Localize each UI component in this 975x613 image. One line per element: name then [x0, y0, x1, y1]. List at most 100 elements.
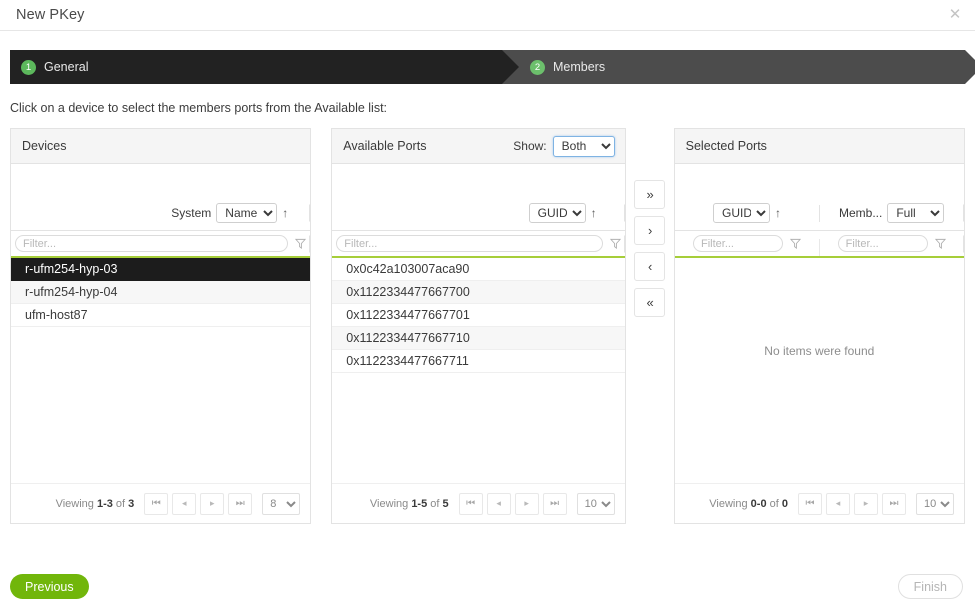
sort-ascending-icon[interactable]: ↑	[282, 207, 288, 219]
selected-column-header: GUID ↑ Memb... Full	[675, 164, 964, 230]
table-row[interactable]: r-ufm254-hyp-04	[11, 281, 310, 304]
table-row[interactable]: 0x1122334477667700	[332, 281, 624, 304]
step-label: Members	[553, 60, 605, 74]
prev-page-button[interactable]: ◂	[826, 493, 850, 515]
available-page-size-select[interactable]: 10	[577, 493, 615, 515]
next-page-button[interactable]: ▸	[854, 493, 878, 515]
available-ports-title: Available Ports	[343, 139, 426, 153]
column-caption: System	[171, 206, 211, 220]
stepper-step-members[interactable]: 2 Members	[502, 50, 965, 84]
devices-page-size-select[interactable]: 8	[262, 493, 300, 515]
show-label: Show:	[513, 139, 546, 153]
available-filter-cell	[332, 235, 624, 252]
wizard-stepper: 1 General 2 Members	[10, 50, 965, 84]
selected-column-membership: Memb... Full	[819, 203, 964, 223]
available-show-control: Show: Both	[513, 136, 614, 157]
move-right-button[interactable]: ›	[634, 216, 665, 245]
empty-state-message: No items were found	[675, 258, 964, 358]
selected-viewing-label: Viewing 0-0 of 0	[709, 498, 788, 510]
table-row[interactable]: 0x1122334477667710	[332, 327, 624, 350]
table-row[interactable]: 0x0c42a103007aca90	[332, 258, 624, 281]
selected-membership-filter-input[interactable]	[838, 235, 928, 252]
selected-ports-header: Selected Ports	[675, 129, 964, 164]
available-filter-row	[332, 230, 624, 258]
column-divider	[963, 205, 964, 222]
available-row-list: 0x0c42a103007aca90 0x1122334477667700 0x…	[332, 258, 624, 483]
devices-filter-cell	[11, 235, 310, 252]
funnel-icon[interactable]	[295, 238, 306, 249]
step-label: General	[44, 60, 88, 74]
devices-page-size-wrap: 8	[262, 493, 300, 515]
column-divider	[963, 235, 964, 252]
devices-filter-input[interactable]	[15, 235, 288, 252]
column-divider	[309, 205, 310, 222]
available-column-guid: GUID ↑	[332, 203, 624, 223]
move-all-left-button[interactable]: «	[634, 288, 665, 317]
available-guid-select[interactable]: GUID	[529, 203, 586, 223]
table-row[interactable]: ufm-host87	[11, 304, 310, 327]
selected-ports-title: Selected Ports	[686, 139, 767, 153]
selected-pagination: Viewing 0-0 of 0 ⏮ ◂ ▸ ⏭ 10	[675, 483, 964, 523]
funnel-icon[interactable]	[790, 238, 801, 249]
selected-guid-filter-input[interactable]	[693, 235, 783, 252]
first-page-button[interactable]: ⏮	[798, 493, 822, 515]
devices-filter-row	[11, 230, 310, 258]
dialog-titlebar: New PKey ✕	[0, 0, 975, 31]
table-row[interactable]: 0x1122334477667711	[332, 350, 624, 373]
close-icon[interactable]: ✕	[947, 7, 963, 23]
devices-viewing-label: Viewing 1-3 of 3	[56, 498, 135, 510]
previous-button[interactable]: Previous	[10, 574, 89, 599]
column-divider	[309, 235, 310, 252]
table-row[interactable]: 0x1122334477667701	[332, 304, 624, 327]
instruction-text: Click on a device to select the members …	[10, 101, 975, 115]
available-column-header: GUID ↑	[332, 164, 624, 230]
selected-page-size-select[interactable]: 10	[916, 493, 954, 515]
selected-membership-select[interactable]: Full	[887, 203, 944, 223]
transfer-button-group: » › ‹ «	[626, 128, 674, 317]
page-title: New PKey	[16, 7, 85, 23]
sort-ascending-icon[interactable]: ↑	[591, 207, 597, 219]
available-pagination: Viewing 1-5 of 5 ⏮ ◂ ▸ ⏭ 10	[332, 483, 624, 523]
show-filter-select[interactable]: Both	[553, 136, 615, 157]
first-page-button[interactable]: ⏮	[459, 493, 483, 515]
available-ports-grid: GUID ↑ 0x0c42a103007aca90	[332, 164, 624, 483]
funnel-icon[interactable]	[610, 238, 621, 249]
selected-ports-grid: GUID ↑ Memb... Full	[675, 164, 964, 483]
selected-column-guid: GUID ↑	[675, 203, 820, 223]
selected-guid-select[interactable]: GUID	[713, 203, 770, 223]
table-row[interactable]: r-ufm254-hyp-03	[11, 258, 310, 281]
available-filter-input[interactable]	[336, 235, 602, 252]
first-page-button[interactable]: ⏮	[144, 493, 168, 515]
wizard-footer: Previous Finish	[0, 560, 975, 613]
prev-page-button[interactable]: ◂	[487, 493, 511, 515]
next-page-button[interactable]: ▸	[515, 493, 539, 515]
last-page-button[interactable]: ⏭	[543, 493, 567, 515]
selected-guid-filter-cell	[675, 235, 820, 252]
finish-button[interactable]: Finish	[898, 574, 963, 599]
devices-panel-title: Devices	[22, 139, 66, 153]
devices-panel: Devices System Name ↑	[10, 128, 311, 524]
next-page-button[interactable]: ▸	[200, 493, 224, 515]
selected-row-list: No items were found	[675, 258, 964, 483]
available-page-size-wrap: 10	[577, 493, 615, 515]
devices-row-list: r-ufm254-hyp-03 r-ufm254-hyp-04 ufm-host…	[11, 258, 310, 483]
sort-ascending-icon[interactable]: ↑	[775, 207, 781, 219]
last-page-button[interactable]: ⏭	[228, 493, 252, 515]
funnel-icon[interactable]	[935, 238, 946, 249]
prev-page-button[interactable]: ◂	[172, 493, 196, 515]
selected-ports-panel: Selected Ports GUID ↑ Memb... Full	[674, 128, 965, 524]
available-ports-panel: Available Ports Show: Both GUID ↑	[331, 128, 625, 524]
selected-page-size-wrap: 10	[916, 493, 954, 515]
last-page-button[interactable]: ⏭	[882, 493, 906, 515]
selected-membership-filter-cell	[819, 235, 964, 252]
column-caption: Memb...	[839, 206, 882, 220]
move-all-right-button[interactable]: »	[634, 180, 665, 209]
devices-grid: System Name ↑	[11, 164, 310, 483]
stepper-step-general[interactable]: 1 General	[10, 50, 502, 84]
move-left-button[interactable]: ‹	[634, 252, 665, 281]
selected-filter-row	[675, 230, 964, 258]
available-ports-header: Available Ports Show: Both	[332, 129, 624, 164]
available-viewing-label: Viewing 1-5 of 5	[370, 498, 449, 510]
devices-column-system: System Name ↑	[11, 203, 310, 223]
devices-system-select[interactable]: Name	[216, 203, 277, 223]
